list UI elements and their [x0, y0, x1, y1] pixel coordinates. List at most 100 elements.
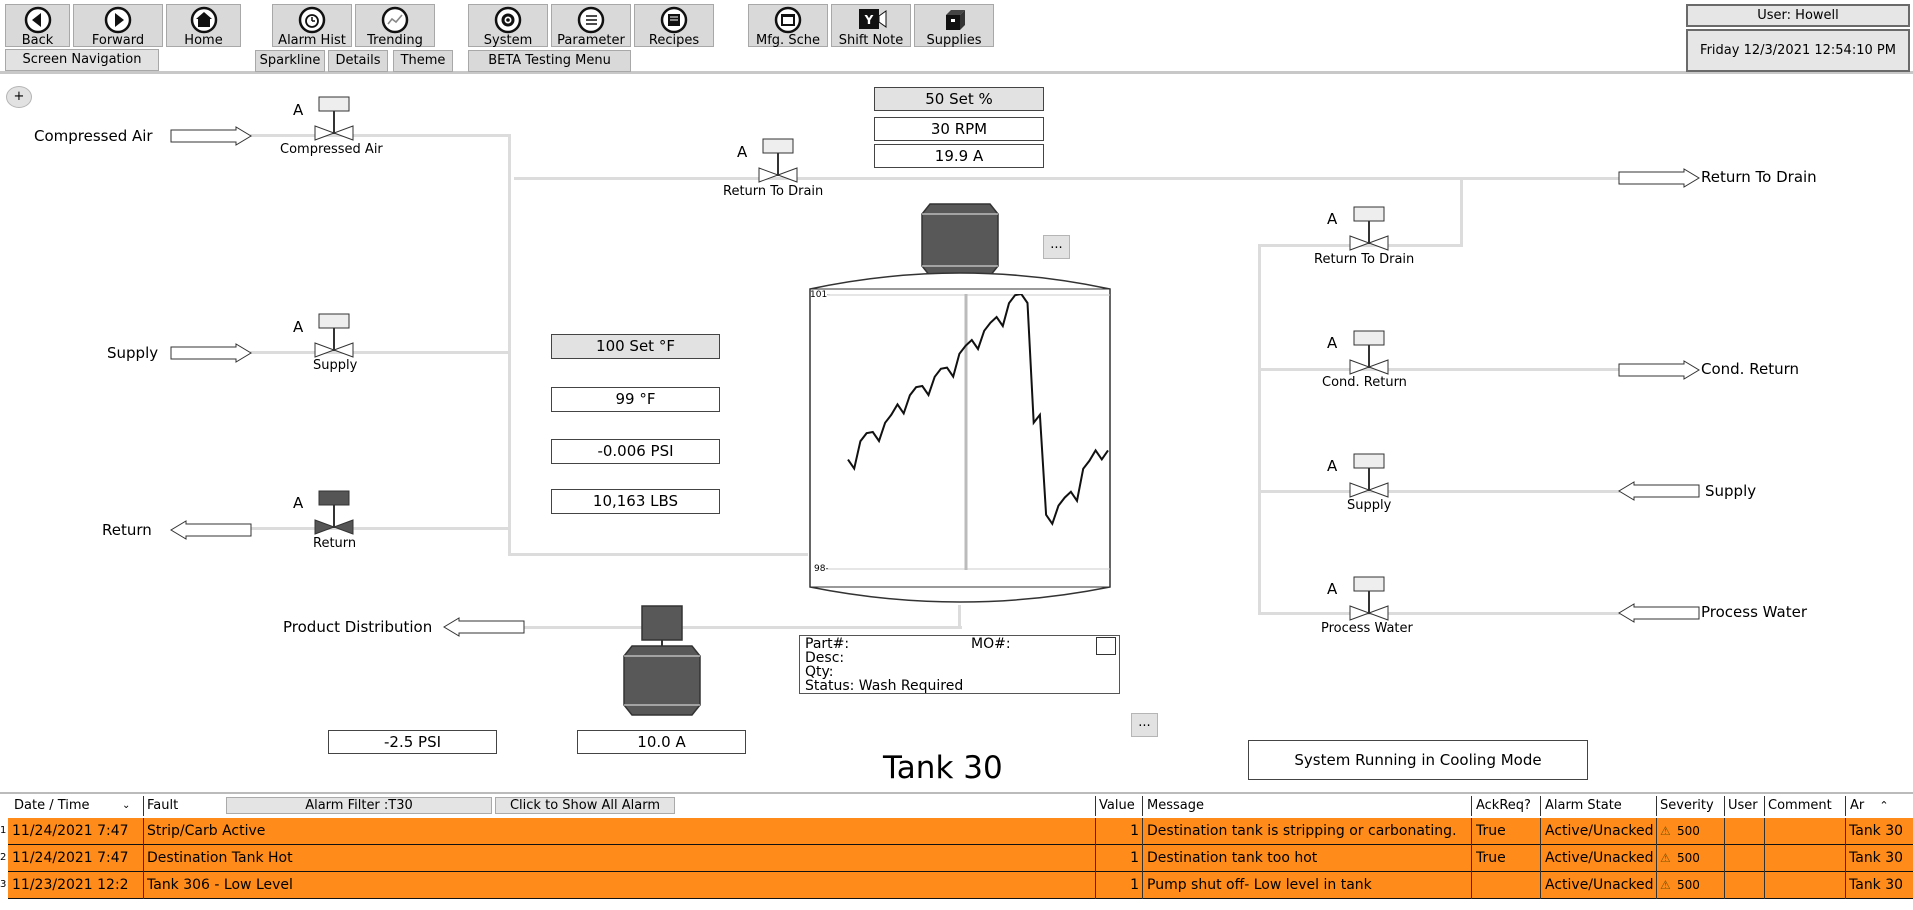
batch-info-checkbox[interactable]: [1096, 637, 1116, 655]
shift-note-label: Shift Note: [838, 33, 904, 48]
parameter-button[interactable]: Parameter: [551, 4, 631, 47]
sort-chevron-down-icon[interactable]: ⌄: [122, 797, 138, 814]
process-water-valve-icon[interactable]: [1349, 576, 1393, 622]
agitator-more-button[interactable]: ...: [1043, 235, 1070, 259]
recipes-label: Recipes: [648, 33, 700, 48]
temperature-display: 99 °F: [551, 387, 720, 412]
cond-return-arrow-icon: [1618, 360, 1700, 380]
header-alarm-state[interactable]: Alarm State: [1545, 797, 1635, 814]
gear-icon: [494, 6, 522, 34]
right-supply-valve-mode: A: [1327, 457, 1338, 475]
back-button[interactable]: Back: [5, 4, 70, 47]
tank-inlet-pipe: [508, 553, 808, 556]
drain-riser-pipe: [1460, 177, 1463, 245]
beta-testing-menu-button[interactable]: BETA Testing Menu: [468, 50, 631, 72]
right-drain-valve-icon[interactable]: [1349, 206, 1393, 252]
theme-button[interactable]: Theme: [393, 50, 453, 72]
header-user[interactable]: User: [1728, 797, 1762, 814]
row-number: 3: [0, 879, 7, 890]
cond-return-valve-icon[interactable]: [1349, 330, 1393, 376]
left-header-pipe: [508, 134, 511, 555]
right-drain-label: Return To Drain: [1701, 168, 1817, 186]
supply-pipe-left: [250, 351, 511, 354]
shift-note-button[interactable]: Y Shift Note: [831, 4, 911, 47]
system-label: System: [483, 33, 533, 48]
supplies-button[interactable]: Supplies: [914, 4, 994, 47]
return-pipe-left: [250, 527, 511, 530]
alarm-filter-button[interactable]: Alarm Filter :T30: [226, 797, 492, 814]
alarm-severity: 500: [1677, 851, 1700, 865]
right-drain-arrow-icon: [1618, 168, 1700, 188]
header-severity[interactable]: Severity: [1660, 797, 1720, 814]
supplies-label: Supplies: [926, 33, 982, 48]
alarm-hist-button[interactable]: Alarm Hist: [272, 4, 352, 47]
agitator-setpoint-display[interactable]: 50 Set %: [874, 87, 1044, 111]
trending-button[interactable]: Trending: [355, 4, 435, 47]
header-ackreq[interactable]: AckReq?: [1476, 797, 1538, 814]
supply-arrow-icon: [170, 343, 252, 363]
megaphone-icon: Y: [859, 9, 887, 29]
header-datetime[interactable]: Date / Time: [14, 797, 134, 814]
header-area[interactable]: Ar: [1850, 797, 1870, 814]
return-arrow-icon: [170, 520, 252, 540]
mfg-sche-button[interactable]: Mfg. Sche: [748, 4, 828, 47]
cond-return-label: Cond. Return: [1701, 360, 1799, 378]
right-drain-valve-mode: A: [1327, 210, 1338, 228]
row-number: 1: [0, 825, 7, 836]
home-button[interactable]: Home: [166, 4, 241, 47]
return-valve-icon[interactable]: [314, 490, 358, 536]
alarm-state: Active/Unacked: [1545, 877, 1654, 893]
alarm-ackreq: True: [1476, 823, 1506, 839]
supply-valve-icon[interactable]: [314, 313, 358, 359]
right-header-pipe: [1258, 244, 1261, 614]
alarm-area: Tank 30: [1849, 877, 1902, 893]
recipes-button[interactable]: Recipes: [634, 4, 714, 47]
hmi-screen: Back Forward Home Alarm Hist Trending Sy…: [0, 0, 1913, 910]
screen-navigation-button[interactable]: Screen Navigation: [5, 49, 159, 71]
details-button[interactable]: Details: [328, 50, 388, 72]
alarm-datetime: 11/23/2021 12:2: [12, 877, 129, 893]
top-drain-pipe-right: [1460, 177, 1610, 180]
compressed-air-valve-mode: A: [293, 101, 304, 119]
right-supply-valve-icon[interactable]: [1349, 453, 1393, 499]
compressed-air-pipe: [250, 134, 511, 137]
alarm-message: Destination tank too hot: [1147, 850, 1318, 866]
system-status-message: System Running in Cooling Mode: [1248, 740, 1588, 780]
temperature-sparkline: [828, 294, 1110, 570]
sparkline-series-line: [847, 294, 1109, 527]
right-supply-arrow-icon: [1618, 481, 1700, 501]
supply-valve-mode: A: [293, 318, 304, 336]
alarm-hist-label: Alarm Hist: [278, 33, 346, 48]
header-message[interactable]: Message: [1147, 797, 1247, 814]
cond-return-valve-mode: A: [1327, 334, 1338, 352]
header-value[interactable]: Value: [1099, 797, 1139, 814]
cond-return-valve-label: Cond. Return: [1322, 375, 1407, 390]
pump-more-button[interactable]: ...: [1131, 713, 1158, 737]
header-comment[interactable]: Comment: [1768, 797, 1838, 814]
expand-plus-button[interactable]: +: [6, 86, 32, 108]
system-button[interactable]: System: [468, 4, 548, 47]
collapse-chevron-up-icon[interactable]: ⌃: [1872, 797, 1896, 814]
forward-button[interactable]: Forward: [73, 4, 163, 47]
header-fault[interactable]: Fault: [147, 797, 217, 814]
supply-label: Supply: [107, 344, 159, 362]
alarm-clock-icon: [298, 6, 326, 34]
return-label: Return: [102, 521, 152, 539]
process-water-pipe: [1258, 612, 1620, 615]
sparkline-button[interactable]: Sparkline: [255, 50, 325, 72]
pump-amps-display: 10.0 A: [577, 730, 746, 754]
pump-pressure-display: -2.5 PSI: [328, 730, 497, 754]
alarm-datetime: 11/24/2021 7:47: [12, 823, 129, 839]
temperature-setpoint-display[interactable]: 100 Set °F: [551, 334, 720, 359]
trend-chart-icon: [381, 6, 409, 34]
warning-triangle-icon: ⚠: [1660, 824, 1671, 838]
agitator-rpm-display: 30 RPM: [874, 117, 1044, 141]
supply-valve-label: Supply: [313, 358, 358, 373]
show-all-alarms-button[interactable]: Click to Show All Alarm: [495, 797, 675, 814]
alarm-message: Destination tank is stripping or carbona…: [1147, 823, 1457, 839]
mo-number-label: MO#:: [971, 636, 1011, 652]
batch-info-box[interactable]: Part#: MO#: Desc: Qty: Status: Wash Requ…: [799, 635, 1120, 694]
top-drain-valve-icon[interactable]: [758, 138, 802, 184]
compressed-air-valve-icon[interactable]: [314, 96, 358, 142]
home-icon: [190, 6, 217, 34]
